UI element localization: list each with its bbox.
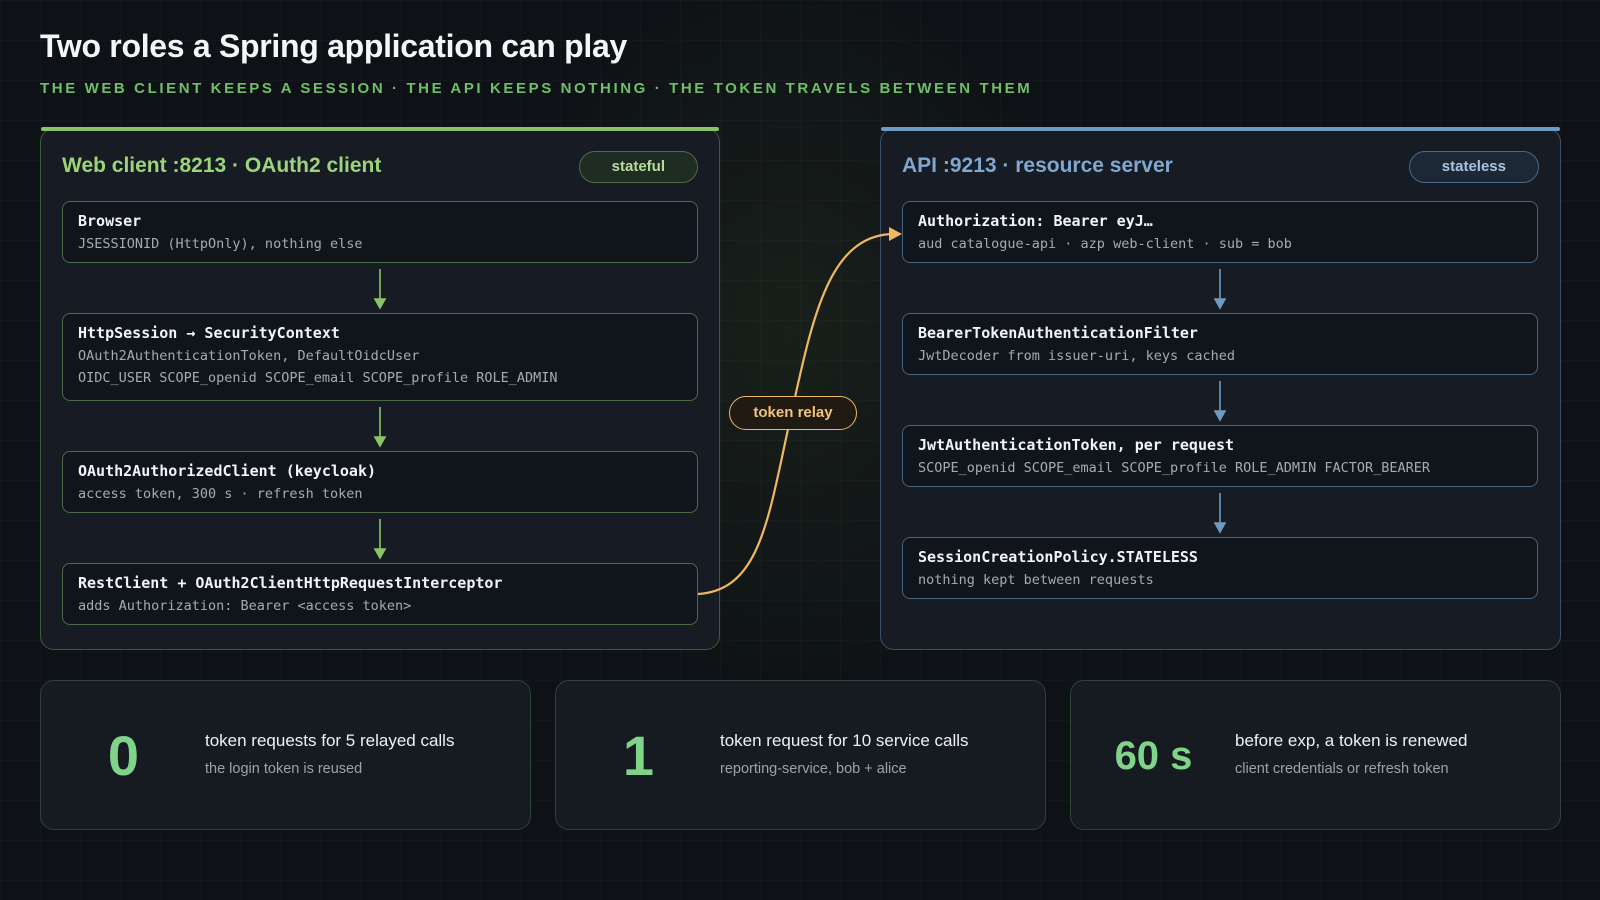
arrowhead (1213, 298, 1227, 310)
stat-note: reporting-service, bob + alice (720, 761, 907, 777)
server-panel: API :9213 · resource server stateless Au… (880, 127, 1561, 650)
stat-card: 0 token requests for 5 relayed calls the… (40, 680, 531, 830)
stat-note: client credentials or refresh token (1235, 761, 1449, 777)
arrowhead (373, 298, 387, 310)
server-flow-arrows (1213, 269, 1227, 534)
page-subtitle: THE WEB CLIENT KEEPS A SESSION · THE API… (40, 80, 1033, 97)
token-relay-label: token relay (729, 396, 857, 430)
stat-card: 60 s before exp, a token is renewed clie… (1070, 680, 1561, 830)
stat-note: the login token is reused (205, 761, 363, 777)
stat-label: token requests for 5 relayed calls (205, 731, 455, 750)
arrowhead (373, 436, 387, 448)
stat-value: 60 s (1114, 734, 1193, 778)
arrowhead (1213, 410, 1227, 422)
client-panel: Web client :8213 · OAuth2 client statefu… (40, 127, 720, 650)
arrowhead (373, 548, 387, 560)
stat-card: 1 token request for 10 service calls rep… (555, 680, 1046, 830)
page-title: Two roles a Spring application can play (40, 28, 627, 64)
stat-value: 1 (622, 724, 655, 787)
arrowhead (1213, 522, 1227, 534)
stat-value: 0 (107, 724, 140, 787)
stat-label: before exp, a token is renewed (1235, 731, 1468, 750)
stat-label: token request for 10 service calls (720, 731, 969, 750)
client-flow-arrows (373, 269, 387, 560)
